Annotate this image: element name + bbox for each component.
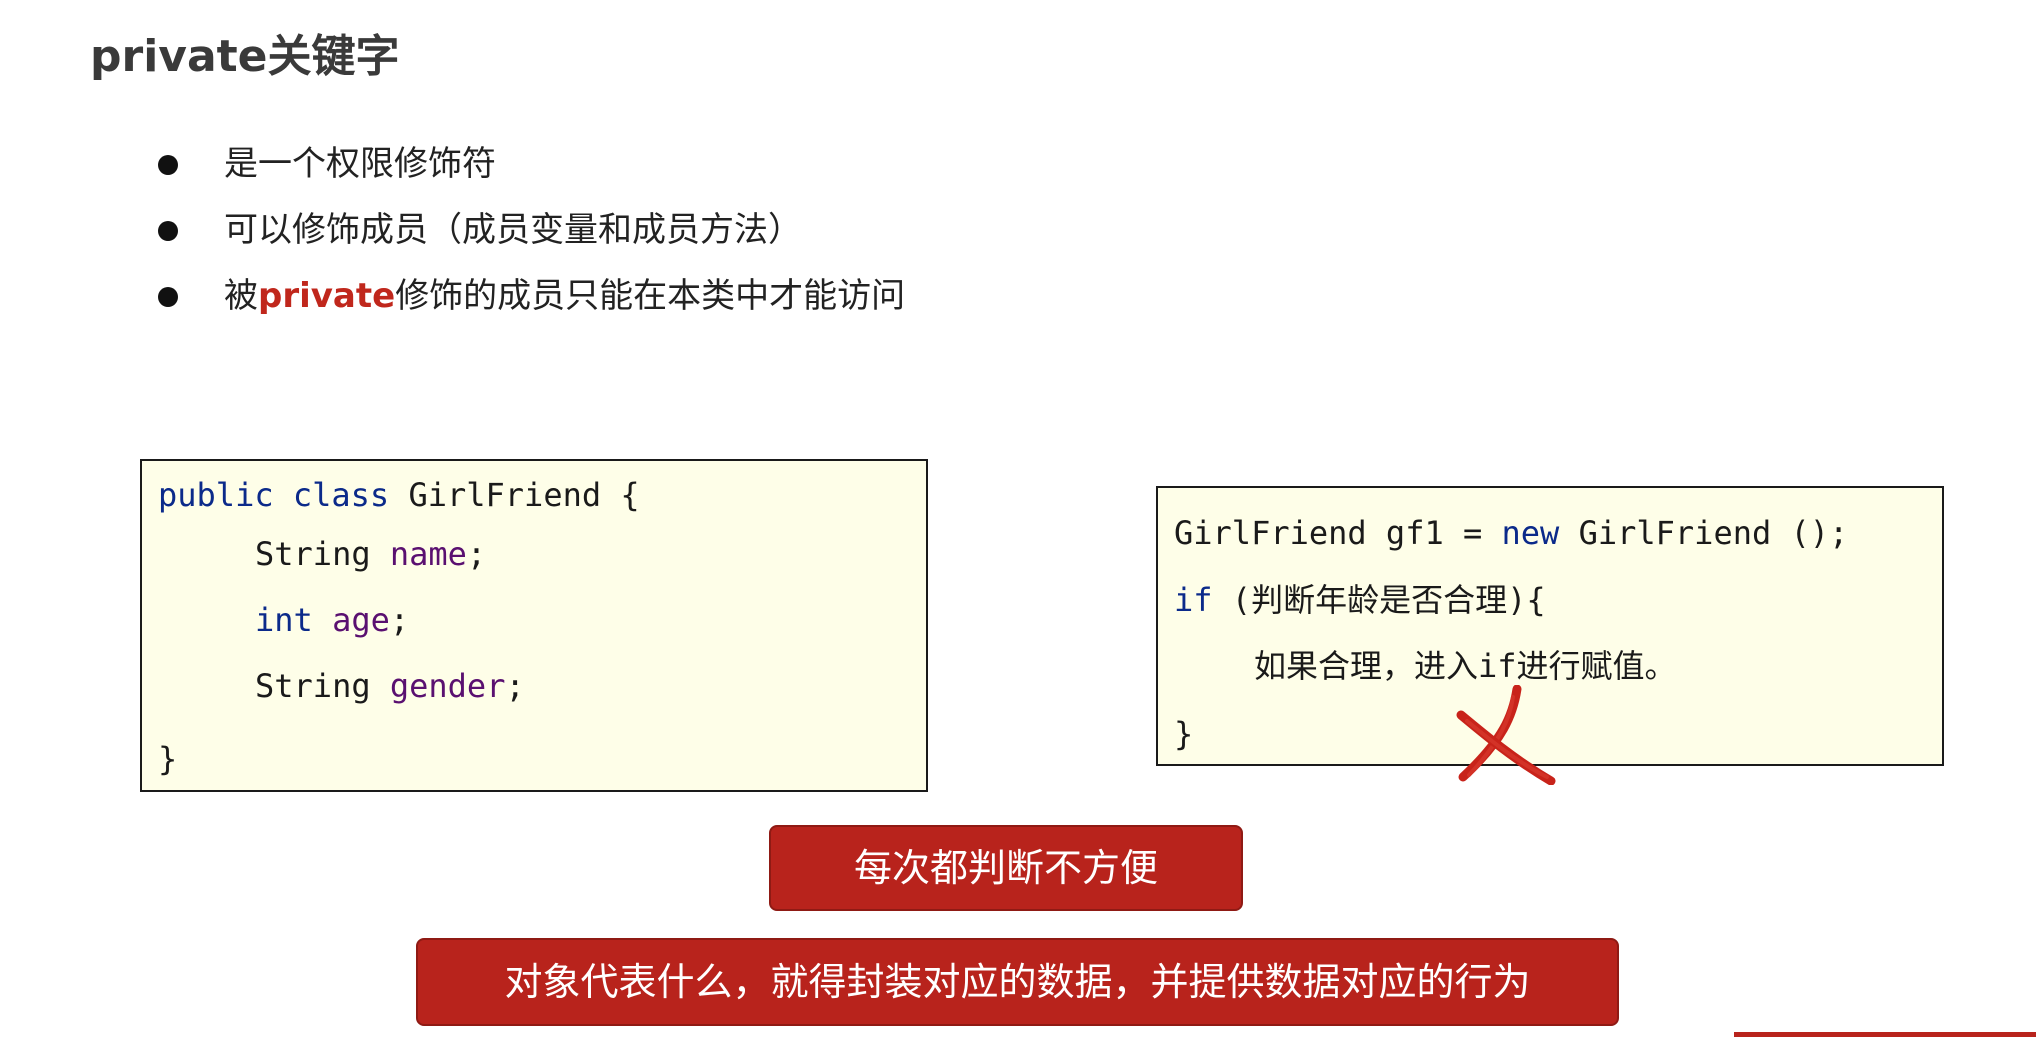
bullet-prefix: 被: [224, 276, 258, 316]
bullet-dot-icon: [158, 221, 178, 241]
cross-mark-icon: [1456, 685, 1556, 785]
bullet-text: 是一个权限修饰符: [224, 144, 496, 184]
code-text: GirlFriend gf1 =: [1174, 514, 1502, 552]
bullet-dot-icon: [158, 155, 178, 175]
slide-title: private关键字: [90, 31, 400, 82]
bullet-text: 被private修饰的成员只能在本类中才能访问: [224, 268, 905, 324]
code-text: (判断年龄是否合理){: [1212, 581, 1546, 619]
encapsulation-principle-banner: 对象代表什么，就得封装对应的数据，并提供数据对应的行为: [416, 938, 1619, 1026]
code-line-field-age: int age;: [255, 600, 409, 640]
code-punct: ;: [466, 535, 487, 573]
bullet-text: 可以修饰成员（成员变量和成员方法）: [224, 210, 802, 250]
code-text: GirlFriend ();: [1559, 514, 1849, 552]
code-punct: ;: [389, 601, 410, 639]
class-definition-code-box: public class GirlFriend { String name; i…: [140, 459, 928, 792]
code-line-closing-brace: }: [1174, 715, 1194, 753]
code-line-field-name: String name;: [255, 534, 486, 574]
code-field: gender: [389, 667, 506, 705]
code-line-class-declaration: public class GirlFriend {: [158, 475, 640, 515]
private-keyword-highlight: private: [258, 276, 396, 316]
bullet-suffix: 修饰的成员只能在本类中才能访问: [395, 276, 906, 316]
code-line-closing-brace: }: [158, 740, 178, 778]
code-field: name: [389, 535, 467, 573]
code-keyword: new: [1501, 514, 1560, 552]
code-text: GirlFriend {: [389, 476, 640, 514]
bullet-dot-icon: [158, 287, 178, 307]
code-line-field-gender: String gender;: [255, 666, 525, 706]
code-line-new-object: GirlFriend gf1 = new GirlFriend ();: [1174, 513, 1848, 553]
code-punct: ;: [505, 667, 525, 705]
code-keyword: class: [292, 476, 390, 514]
code-keyword: if: [1174, 581, 1213, 619]
inconvenience-banner: 每次都判断不方便: [769, 825, 1243, 911]
code-keyword: public: [158, 476, 274, 514]
code-type: String: [255, 667, 371, 705]
code-type: String: [255, 535, 371, 573]
code-line-if-body: 如果合理，进入if进行赋值。: [1254, 647, 1677, 685]
code-type: int: [255, 601, 313, 639]
code-field: age: [332, 601, 390, 639]
bottom-accent-bar: [1734, 1032, 2036, 1037]
code-line-if-condition: if (判断年龄是否合理){: [1174, 580, 1546, 620]
